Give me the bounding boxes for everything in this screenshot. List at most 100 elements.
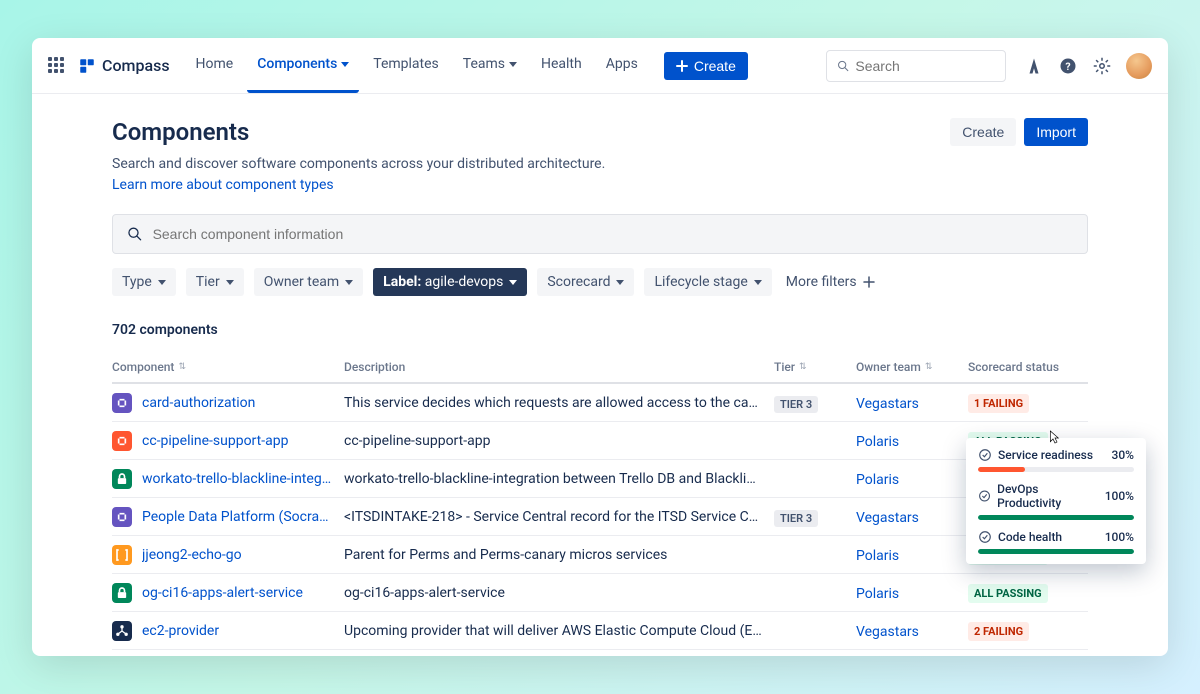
table-row: cc-pipeline-support-app cc-pipeline-suppo… xyxy=(112,422,1088,460)
col-description: Description xyxy=(344,360,762,374)
notifications-icon[interactable] xyxy=(1024,56,1044,76)
owner-team-link[interactable]: Vegastars xyxy=(856,624,919,640)
learn-more-link[interactable]: Learn more about component types xyxy=(112,177,334,193)
table-row: ec2-provider Upcoming provider that will … xyxy=(112,612,1088,650)
app-switcher-icon[interactable] xyxy=(48,57,66,75)
owner-team-link[interactable]: Polaris xyxy=(856,548,899,564)
brand[interactable]: Compass xyxy=(78,56,170,75)
nav-components[interactable]: Components xyxy=(247,39,359,93)
global-search[interactable] xyxy=(826,50,1006,82)
nav-teams[interactable]: Teams xyxy=(453,39,527,93)
component-description: cc-pipeline-support-app xyxy=(344,433,762,449)
sort-icon: ⇅ xyxy=(799,362,807,372)
mouse-cursor-icon xyxy=(1047,429,1063,445)
page-subtitle: Search and discover software components … xyxy=(112,154,632,196)
component-link[interactable]: cc-pipeline-support-app xyxy=(142,433,288,449)
component-link[interactable]: card-authorization xyxy=(142,395,255,411)
component-description: Upcoming provider that will deliver AWS … xyxy=(344,623,762,639)
chevron-down-icon xyxy=(226,280,234,285)
check-circle-icon xyxy=(978,448,992,462)
chevron-down-icon xyxy=(509,280,517,285)
owner-team-link[interactable]: Polaris xyxy=(856,586,899,602)
nav-apps[interactable]: Apps xyxy=(596,39,648,93)
plus-icon xyxy=(676,60,688,72)
tooltip-row: Service readiness 30% xyxy=(978,448,1134,472)
brand-name: Compass xyxy=(102,56,170,75)
col-tier[interactable]: Tier⇅ xyxy=(774,360,844,374)
nav-templates[interactable]: Templates xyxy=(363,39,449,93)
chevron-down-icon xyxy=(754,280,762,285)
chevron-down-icon xyxy=(341,62,349,67)
component-link[interactable]: jjeong2-echo-go xyxy=(142,547,242,563)
create-button[interactable]: Create xyxy=(664,52,748,80)
tooltip-label: Code health xyxy=(998,530,1062,544)
more-filters[interactable]: More filters xyxy=(782,268,879,296)
tier-cell: TIER 3 xyxy=(774,393,844,413)
component-type-icon xyxy=(112,545,132,565)
table-row: jjeong2-echo-goParent for Perms and Perm… xyxy=(112,536,1088,574)
col-status: Scorecard status xyxy=(968,360,1088,374)
import-button[interactable]: Import xyxy=(1024,118,1088,146)
help-icon[interactable]: ? xyxy=(1058,56,1078,76)
app-window: Compass Home Components Templates Teams … xyxy=(32,38,1168,656)
user-avatar[interactable] xyxy=(1126,53,1152,79)
col-owner[interactable]: Owner team⇅ xyxy=(856,360,956,374)
owner-team-link[interactable]: Polaris xyxy=(856,472,899,488)
table-row: og-ci16-apps-alert-service og-ci16-apps-a… xyxy=(112,574,1088,612)
filter-label-active[interactable]: Label: agile-devops xyxy=(373,268,527,296)
table-row: workato-trello-blackline-integration work… xyxy=(112,460,1088,498)
tooltip-percent: 100% xyxy=(1105,489,1134,503)
plus-icon xyxy=(863,276,875,288)
component-link[interactable]: og-ci16-apps-alert-service xyxy=(142,585,303,601)
filter-scorecard[interactable]: Scorecard xyxy=(537,268,634,296)
table-row: People Data Platform (Socrates) <ITSDINTA… xyxy=(112,498,1088,536)
tier-badge: TIER 3 xyxy=(774,510,818,527)
tooltip-label: Service readiness xyxy=(998,448,1093,462)
filter-owner-team[interactable]: Owner team xyxy=(254,268,363,296)
filter-tier[interactable]: Tier xyxy=(186,268,244,296)
component-link[interactable]: People Data Platform (Socrates) xyxy=(142,509,332,525)
component-search[interactable] xyxy=(112,214,1088,254)
nav-health[interactable]: Health xyxy=(531,39,592,93)
tooltip-row: Code health 100% xyxy=(978,530,1134,554)
page-title: Components xyxy=(112,118,632,146)
progress-bar xyxy=(978,515,1134,520)
global-search-input[interactable] xyxy=(855,58,995,74)
components-table: Component⇅ Description Tier⇅ Owner team⇅… xyxy=(112,352,1088,656)
sort-icon: ⇅ xyxy=(178,362,186,372)
table-row: jaro-nodejs-testjaro-nodejs-testPolaris2… xyxy=(112,650,1088,656)
nav-home[interactable]: Home xyxy=(186,39,244,93)
component-type-icon xyxy=(112,621,132,641)
chevron-down-icon xyxy=(158,280,166,285)
filter-type[interactable]: Type xyxy=(112,268,176,296)
search-icon xyxy=(837,59,849,73)
scorecard-status-badge[interactable]: ALL PASSING xyxy=(968,584,1048,603)
tooltip-percent: 100% xyxy=(1105,530,1134,544)
component-description: <ITSDINTAKE-218> - Service Central recor… xyxy=(344,509,762,525)
nav-items: Home Components Templates Teams Health A… xyxy=(186,39,648,93)
compass-logo-icon xyxy=(78,57,96,75)
component-description: og-ci16-apps-alert-service xyxy=(344,585,762,601)
owner-team-link[interactable]: Polaris xyxy=(856,434,899,450)
component-type-icon xyxy=(112,469,132,489)
scorecard-status-badge[interactable]: 1 FAILING xyxy=(968,394,1029,413)
owner-team-link[interactable]: Vegastars xyxy=(856,510,919,526)
create-component-button[interactable]: Create xyxy=(950,118,1016,146)
check-circle-icon xyxy=(978,530,992,544)
tooltip-percent: 30% xyxy=(1112,448,1134,462)
tooltip-label: DevOps Productivity xyxy=(997,482,1099,510)
component-type-icon xyxy=(112,507,132,527)
scorecard-tooltip: Service readiness 30% DevOps Productivity 1… xyxy=(966,438,1146,564)
component-search-input[interactable] xyxy=(153,226,1073,242)
search-icon xyxy=(127,226,143,242)
top-nav: Compass Home Components Templates Teams … xyxy=(32,38,1168,94)
check-circle-icon xyxy=(978,489,991,503)
filter-lifecycle[interactable]: Lifecycle stage xyxy=(644,268,771,296)
component-description: workato-trello-blackline-integration bet… xyxy=(344,471,762,487)
component-link[interactable]: workato-trello-blackline-integration xyxy=(142,471,332,487)
col-component[interactable]: Component⇅ xyxy=(112,360,332,374)
settings-icon[interactable] xyxy=(1092,56,1112,76)
component-link[interactable]: ec2-provider xyxy=(142,623,219,639)
owner-team-link[interactable]: Vegastars xyxy=(856,396,919,412)
scorecard-status-badge[interactable]: 2 FAILING xyxy=(968,622,1029,641)
